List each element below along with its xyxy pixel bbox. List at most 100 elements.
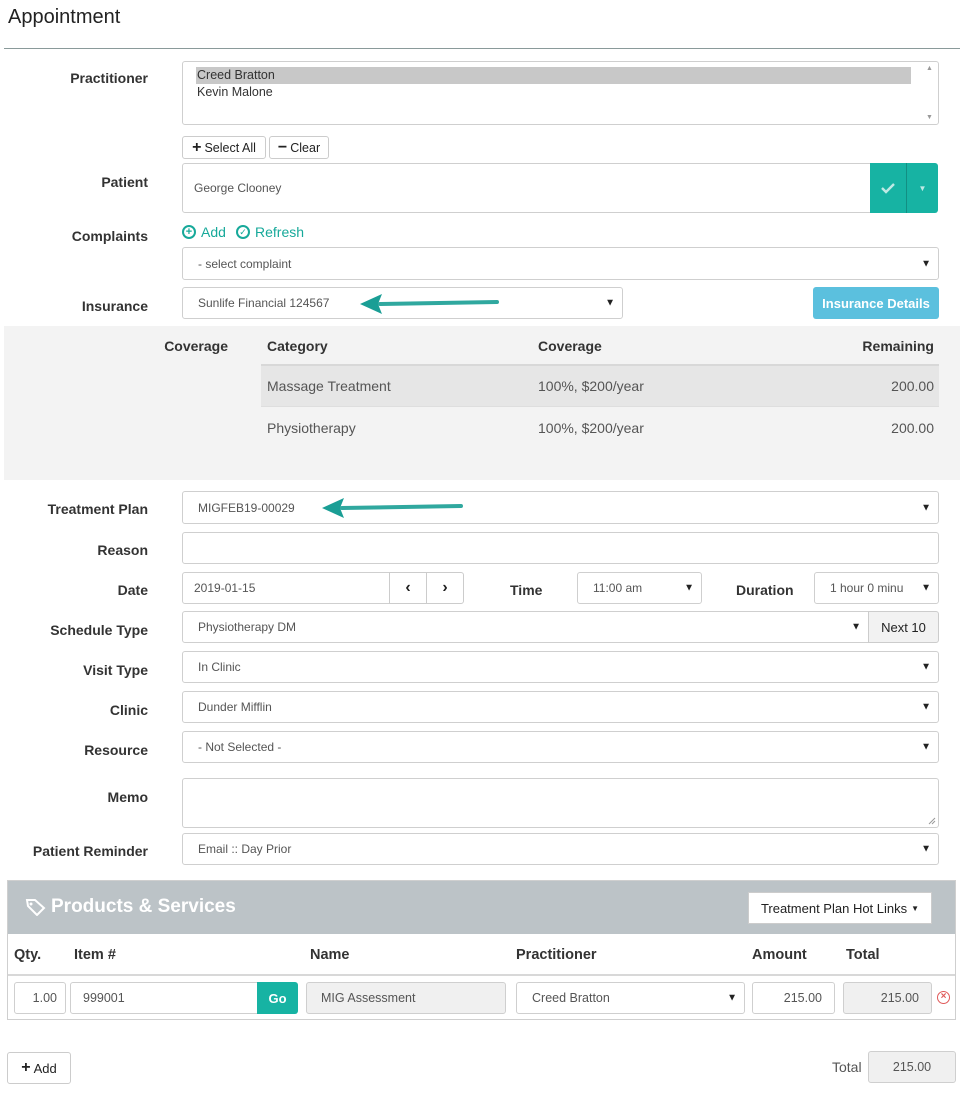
minus-icon: −: [277, 138, 288, 156]
item-number-value: 999001: [83, 991, 125, 1005]
footer-total-label: Total: [832, 1059, 862, 1075]
item-name-field: MIG Assessment: [306, 982, 506, 1014]
patient-reminder-select[interactable]: Email :: Day Prior ▼: [182, 833, 939, 865]
caret-down-icon: ▼: [918, 183, 927, 193]
patient-field[interactable]: George Clooney: [182, 163, 871, 213]
schedule-type-select[interactable]: Physiotherapy DM ▼: [182, 611, 869, 643]
hot-links-label: Treatment Plan Hot Links: [760, 900, 908, 916]
column-header: Name: [310, 947, 350, 963]
item-number-input[interactable]: 999001: [70, 982, 258, 1014]
schedule-type-value: Physiotherapy DM: [198, 620, 297, 634]
resource-label: Resource: [84, 742, 148, 758]
patient-reminder-label: Patient Reminder: [32, 843, 148, 859]
practitioner-option[interactable]: Creed Bratton: [196, 67, 911, 84]
duration-label: Duration: [736, 582, 794, 598]
remove-row-icon[interactable]: ×: [937, 991, 950, 1004]
resource-value: - Not Selected -: [198, 740, 282, 754]
practitioner-label: Practitioner: [70, 70, 148, 86]
schedule-type-label: Schedule Type: [50, 622, 148, 638]
treatment-plan-select[interactable]: MIGFEB19-00029 ▼: [182, 491, 939, 524]
clear-button[interactable]: − Clear: [269, 136, 329, 159]
add-complaint-label: Add: [201, 224, 226, 240]
check-icon: [881, 183, 895, 194]
time-select[interactable]: 11:00 am ▼: [577, 572, 702, 604]
products-services-title: Products & Services: [25, 896, 236, 918]
coverage-table: Category Coverage Remaining Massage Trea…: [261, 328, 939, 448]
clear-label: Clear: [290, 140, 321, 155]
refresh-label: Refresh: [255, 224, 305, 240]
amount-input[interactable]: 215.00: [752, 982, 835, 1014]
treatment-plan-hot-links-button[interactable]: Treatment Plan Hot Links ▼: [748, 892, 932, 924]
products-table-header: Qty. Item # Name Practitioner Amount Tot…: [8, 934, 955, 976]
visit-type-value: In Clinic: [198, 660, 241, 674]
caret-down-icon: ▼: [851, 621, 861, 633]
insurance-label: Insurance: [81, 298, 148, 314]
add-complaint-link[interactable]: + Add: [182, 224, 226, 240]
caret-down-icon: ▼: [921, 741, 931, 753]
add-item-button[interactable]: + Add: [7, 1052, 71, 1084]
listbox-scrollbar[interactable]: ▲ ▼: [923, 63, 937, 123]
time-value: 11:00 am: [593, 581, 643, 595]
duration-select[interactable]: 1 hour 0 minu ▼: [814, 572, 939, 604]
date-input[interactable]: 2019-01-15: [182, 572, 390, 604]
complaints-label: Complaints: [71, 228, 148, 244]
footer-total-value: 215.00: [892, 1060, 932, 1074]
column-header: Item #: [74, 947, 116, 963]
caret-down-icon: ▼: [921, 661, 931, 673]
column-header: Practitioner: [516, 947, 597, 963]
table-row: Massage Treatment 100%, $200/year 200.00: [261, 366, 939, 407]
table-row: Physiotherapy 100%, $200/year 200.00: [261, 407, 939, 448]
coverage-remaining: 200.00: [891, 419, 934, 436]
row-practitioner-select[interactable]: Creed Bratton ▼: [516, 982, 745, 1014]
caret-down-icon: ▼: [727, 992, 737, 1004]
visit-type-select[interactable]: In Clinic ▼: [182, 651, 939, 683]
next-date-button[interactable]: ›: [426, 572, 464, 604]
coverage-category: Massage Treatment: [267, 378, 391, 394]
complaint-select[interactable]: - select complaint ▼: [182, 247, 939, 280]
treatment-plan-label: Treatment Plan: [47, 501, 148, 517]
caret-down-icon: ▼: [921, 701, 931, 713]
coverage-amount: 100%, $200/year: [538, 419, 644, 436]
patient-confirm-button[interactable]: [870, 163, 906, 213]
chevron-left-icon: ‹: [405, 579, 411, 596]
resource-select[interactable]: - Not Selected - ▼: [182, 731, 939, 763]
caret-down-icon: ▼: [921, 258, 931, 269]
column-header: Amount: [752, 947, 807, 963]
reason-input[interactable]: [182, 532, 939, 564]
patient-dropdown-button[interactable]: ▼: [906, 163, 938, 213]
practitioner-option[interactable]: Kevin Malone: [196, 84, 911, 101]
select-all-label: Select All: [204, 140, 256, 155]
insurance-details-button[interactable]: Insurance Details: [813, 287, 939, 319]
coverage-amount: 100%, $200/year: [538, 378, 644, 394]
caret-down-icon: ▼: [684, 582, 694, 594]
practitioner-listbox[interactable]: Creed Bratton Kevin Malone ▲ ▼: [182, 61, 939, 125]
date-label: Date: [117, 582, 148, 598]
total-value: 215.00: [880, 991, 919, 1005]
prev-date-button[interactable]: ‹: [389, 572, 427, 604]
scroll-down-icon[interactable]: ▼: [926, 114, 933, 121]
duration-value: 1 hour 0 minu: [830, 581, 904, 595]
add-item-label: Add: [33, 1060, 57, 1076]
column-header: Total: [846, 947, 880, 963]
patient-value: George Clooney: [194, 181, 282, 195]
chevron-right-icon: ›: [442, 579, 448, 596]
go-button[interactable]: Go: [257, 982, 298, 1014]
page-title: Appointment: [8, 6, 121, 28]
products-services-title-text: Products & Services: [51, 896, 236, 917]
qty-value: 1.00: [32, 991, 57, 1005]
next-10-button[interactable]: Next 10: [868, 611, 939, 643]
column-header: Category: [267, 338, 328, 354]
title-divider: [4, 48, 960, 49]
products-services-header: Products & Services Treatment Plan Hot L…: [8, 881, 955, 934]
qty-input[interactable]: 1.00: [14, 982, 66, 1014]
patient-reminder-value: Email :: Day Prior: [198, 842, 292, 856]
select-all-button[interactable]: + Select All: [182, 136, 266, 159]
memo-textarea[interactable]: [182, 778, 939, 828]
insurance-value: Sunlife Financial 124567: [198, 296, 330, 310]
plus-circle-icon: +: [182, 225, 196, 239]
clinic-select[interactable]: Dunder Mifflin ▼: [182, 691, 939, 723]
refresh-complaints-link[interactable]: ✓ Refresh: [236, 224, 304, 240]
caret-down-icon: ▼: [911, 903, 920, 913]
column-header: Coverage: [538, 338, 602, 354]
scroll-up-icon[interactable]: ▲: [926, 65, 933, 72]
